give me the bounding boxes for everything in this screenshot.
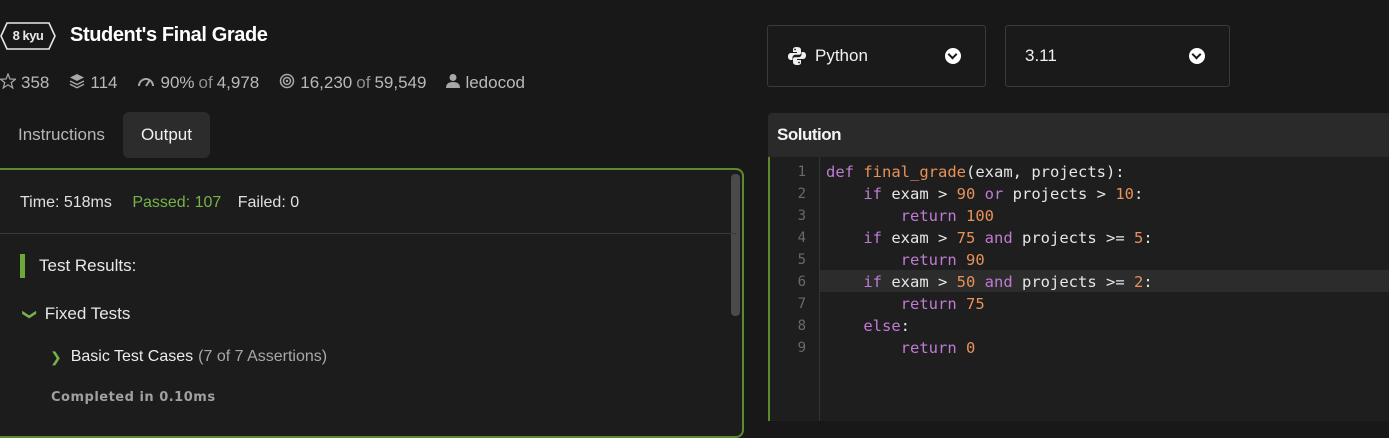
- summary-divider: [0, 233, 736, 234]
- gauge-icon: [137, 73, 155, 93]
- chevron-down-icon: ❯: [22, 308, 39, 320]
- line-number: 4: [797, 230, 806, 246]
- line-number: 1: [797, 164, 806, 180]
- right-pane: Python 3.11 Solution 1 2 3 4 5 6 7 8 9 d…: [760, 0, 1389, 421]
- stars-count: 358: [21, 73, 50, 92]
- line-number: 7: [797, 296, 806, 312]
- chevron-down-icon: [945, 48, 961, 64]
- test-summary: Time: 518ms Passed: 107 Failed: 0: [20, 194, 299, 212]
- code-line: return 90: [900, 251, 985, 269]
- kata-title: Student's Final Grade: [70, 24, 268, 46]
- user-icon: [446, 73, 461, 94]
- python-icon: [787, 46, 807, 71]
- left-pane: 8 kyu Student's Final Grade 358 114 90% …: [0, 0, 760, 438]
- satisfaction-rate: 90%: [160, 73, 195, 92]
- tab-instructions[interactable]: Instructions: [0, 112, 123, 158]
- assertions-count: (7 of 7 Assertions): [198, 348, 328, 365]
- fixed-tests-label: Fixed Tests: [44, 304, 131, 323]
- target-icon: [279, 73, 295, 94]
- collections-stat[interactable]: 114: [69, 73, 117, 94]
- code-line: if exam > 75 and projects >= 5:: [863, 229, 1153, 247]
- code-line: return 100: [900, 207, 994, 225]
- failed-count: Failed: 0: [237, 194, 300, 211]
- line-gutter: 1 2 3 4 5 6 7 8 9: [770, 157, 820, 421]
- test-case-label: Basic Test Cases: [70, 348, 194, 365]
- solution-title: Solution: [777, 125, 841, 144]
- solution-header: Solution: [768, 113, 1389, 157]
- kata-stats: 358 114 90% of 4,978 16,230 of 59,549 le…: [0, 71, 545, 94]
- passed-count: Passed: 107: [132, 194, 222, 211]
- collections-count: 114: [90, 73, 118, 92]
- test-results-heading: Test Results:: [20, 254, 136, 278]
- rank-label: 8 kyu: [12, 28, 44, 43]
- version-select[interactable]: 3.11: [1005, 25, 1230, 87]
- layers-icon: [69, 73, 85, 94]
- stars-stat[interactable]: 358: [0, 71, 50, 94]
- output-scrollbar[interactable]: [731, 174, 740, 316]
- output-panel: Time: 518ms Passed: 107 Failed: 0 Test R…: [0, 168, 744, 438]
- chevron-down-icon: [1189, 48, 1205, 64]
- line-number: 6: [797, 274, 806, 290]
- tab-output[interactable]: Output: [122, 112, 210, 158]
- satisfaction-stat: 90% of 4,978: [137, 73, 259, 93]
- code-line: if exam > 90 or projects > 10:: [863, 185, 1144, 203]
- star-icon: [0, 71, 18, 94]
- chevron-right-icon: ❯: [50, 348, 62, 365]
- language-select[interactable]: Python: [767, 25, 986, 87]
- line-number: 2: [797, 186, 806, 202]
- line-number: 3: [797, 208, 806, 224]
- code-line: return 0: [900, 339, 976, 357]
- line-number: 8: [797, 318, 806, 334]
- language-value: Python: [815, 46, 868, 65]
- code-editor[interactable]: 1 2 3 4 5 6 7 8 9 def final_grade(exam, …: [768, 157, 1389, 421]
- run-time: Time: 518ms: [20, 194, 112, 211]
- line-number: 5: [797, 252, 806, 268]
- version-value: 3.11: [1025, 46, 1057, 65]
- code-line: if exam > 50 and projects >= 2:: [863, 273, 1153, 291]
- completions-stat: 16,230 of 59,549: [279, 73, 426, 94]
- code-line: def final_grade(exam, projects):: [826, 163, 1125, 181]
- code-line: return 75: [900, 295, 985, 313]
- fixed-tests-group[interactable]: ❯ Fixed Tests: [22, 304, 131, 324]
- attempts-count: 59,549: [374, 73, 427, 92]
- completed-count: 16,230: [300, 73, 353, 92]
- line-number: 9: [797, 340, 806, 356]
- completed-time: Completed in 0.10ms: [51, 390, 216, 405]
- satisfaction-of: of: [198, 73, 213, 92]
- basic-test-cases[interactable]: ❯ Basic Test Cases (7 of 7 Assertions): [50, 348, 327, 366]
- result-tabs: Instructions Output: [0, 112, 210, 158]
- votes-count: 4,978: [216, 73, 260, 92]
- code-line: else:: [863, 317, 910, 335]
- completed-of: of: [356, 73, 371, 92]
- rank-badge: 8 kyu: [0, 22, 56, 50]
- author-name: ledocod: [465, 73, 525, 92]
- author-link[interactable]: ledocod: [446, 73, 525, 94]
